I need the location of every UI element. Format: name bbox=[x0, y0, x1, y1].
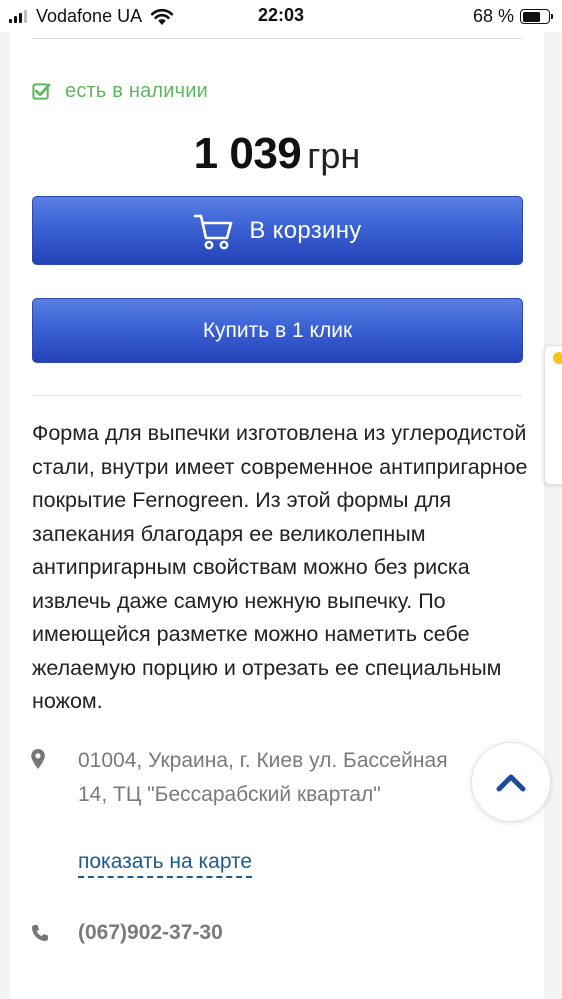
map-pin-icon bbox=[31, 749, 45, 769]
chevron-up-icon bbox=[496, 774, 526, 792]
availability-text: есть в наличии bbox=[65, 80, 209, 102]
battery-level-fill bbox=[522, 11, 540, 22]
side-widget-tab[interactable] bbox=[544, 345, 562, 485]
battery-icon bbox=[520, 9, 553, 24]
product-card: есть в наличии 1 039 грн В корзину Купить… bbox=[10, 32, 544, 999]
price-value: 1 039 bbox=[193, 129, 302, 178]
buy-one-click-label: Купить в 1 клик bbox=[202, 318, 353, 342]
availability-status: есть в наличии bbox=[32, 80, 208, 103]
scroll-to-top-button[interactable] bbox=[471, 742, 551, 822]
widget-badge bbox=[553, 352, 562, 364]
add-to-cart-label: В корзину bbox=[249, 216, 362, 244]
store-address: 01004, Украина, г. Киев ул. Бассейная 14… bbox=[78, 749, 448, 806]
shopping-cart-icon bbox=[194, 214, 233, 249]
price-currency: грн bbox=[307, 135, 361, 176]
status-right: 68 % bbox=[472, 6, 553, 27]
product-description: Форма для выпечки изготовлена из углерод… bbox=[32, 421, 528, 713]
show-on-map-link[interactable]: показать на карте bbox=[78, 850, 253, 878]
phone-icon bbox=[32, 925, 48, 941]
divider bbox=[32, 38, 522, 39]
store-phone[interactable]: (067)902-37-30 bbox=[78, 921, 223, 945]
battery-percent: 68 % bbox=[472, 6, 514, 26]
divider bbox=[32, 395, 522, 396]
buy-one-click-button[interactable]: Купить в 1 клик bbox=[32, 298, 523, 363]
add-to-cart-button[interactable]: В корзину bbox=[32, 196, 523, 265]
status-bar: Vodafone UA 22:03 68 % bbox=[0, 0, 562, 32]
checkbox-check-icon bbox=[32, 83, 51, 100]
price: 1 039 грн bbox=[10, 129, 544, 179]
